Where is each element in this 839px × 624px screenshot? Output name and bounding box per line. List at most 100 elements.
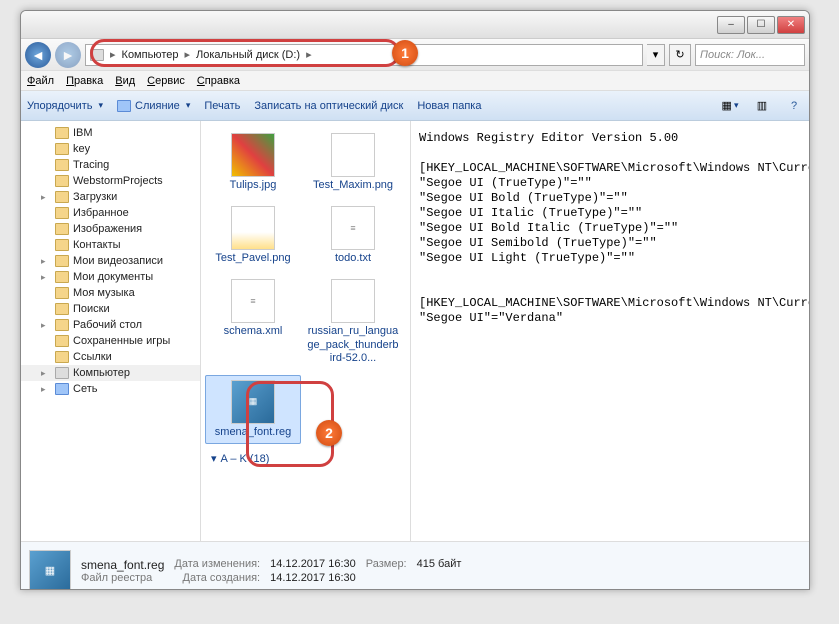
folder-icon — [55, 127, 69, 139]
expand-icon[interactable]: ▸ — [41, 384, 51, 395]
menu-view[interactable]: Вид — [115, 75, 135, 87]
search-placeholder: Поиск: Лок... — [700, 49, 765, 61]
tree-label: IBM — [73, 127, 93, 139]
tree-label: Tracing — [73, 159, 109, 171]
expand-icon[interactable]: ▸ — [41, 320, 51, 331]
toolbar: Упорядочить Слияние Печать Записать на о… — [21, 91, 809, 121]
tree-item[interactable]: IBM — [21, 125, 200, 141]
tree-item[interactable]: ▸Компьютер — [21, 365, 200, 381]
refresh-button[interactable]: ↻ — [669, 44, 691, 66]
burn-button[interactable]: Записать на оптический диск — [254, 100, 403, 112]
tree-item[interactable]: ▸ Мои видеозаписи — [21, 253, 200, 269]
file-item[interactable]: Tulips.jpg — [205, 129, 301, 196]
tree-label: Мои видеозаписи — [73, 255, 163, 267]
tree-item[interactable]: ▸ Загрузки — [21, 189, 200, 205]
tree-label: Ссылки — [73, 351, 112, 363]
address-dropdown[interactable]: ▾ — [647, 44, 665, 66]
tree-item[interactable]: Сохраненные игры — [21, 333, 200, 349]
reg-icon: ▦ — [231, 380, 275, 424]
file-item[interactable]: Test_Maxim.png — [305, 129, 401, 196]
file-item[interactable]: ≡schema.xml — [205, 275, 301, 369]
close-button[interactable]: ✕ — [777, 16, 805, 34]
tree-label: WebstormProjects — [73, 175, 163, 187]
minimize-button[interactable]: – — [717, 16, 745, 34]
help-button[interactable]: ? — [785, 97, 803, 115]
tree-label: Моя музыка — [73, 287, 135, 299]
tree-item[interactable]: Tracing — [21, 157, 200, 173]
folder-icon — [55, 335, 69, 347]
search-input[interactable]: Поиск: Лок... — [695, 44, 805, 66]
view-mode-button[interactable]: ▦ — [721, 97, 739, 115]
image-icon — [331, 133, 375, 177]
merge-button[interactable]: Слияние — [117, 100, 190, 112]
preview-pane-button[interactable]: ▥ — [753, 97, 771, 115]
file-item[interactable]: russian_ru_language_pack_thunderbird-52.… — [305, 275, 401, 369]
tree-label: Контакты — [73, 239, 121, 251]
folder-icon — [55, 383, 69, 395]
details-filename: smena_font.reg — [81, 558, 164, 572]
tree-label: Рабочий стол — [73, 319, 142, 331]
tree-item[interactable]: Контакты — [21, 237, 200, 253]
new-folder-button[interactable]: Новая папка — [417, 100, 481, 112]
forward-button[interactable]: ► — [55, 42, 81, 68]
tree-item[interactable]: Избранное — [21, 205, 200, 221]
reg-icon: ▦ — [29, 550, 71, 591]
menu-file[interactable]: Файл — [27, 75, 54, 87]
folder-icon — [55, 255, 69, 267]
details-filetype: Файл реестра — [81, 572, 164, 584]
tree-label: Сеть — [73, 383, 97, 395]
maximize-button[interactable]: ☐ — [747, 16, 775, 34]
tree-item[interactable]: Поиски — [21, 301, 200, 317]
folder-icon — [55, 287, 69, 299]
file-item[interactable]: ≡todo.txt — [305, 202, 401, 269]
tree-label: Поиски — [73, 303, 110, 315]
titlebar[interactable]: – ☐ ✕ — [21, 11, 809, 39]
image-icon — [231, 206, 275, 250]
folder-icon — [55, 159, 69, 171]
tree-item[interactable]: ▸ Сеть — [21, 381, 200, 397]
nav-tree[interactable]: IBM key Tracing WebstormProjects ▸ Загрузки Из… — [21, 121, 201, 541]
folder-icon — [55, 175, 69, 187]
folder-icon — [55, 367, 69, 379]
print-button[interactable]: Печать — [204, 100, 240, 112]
breadcrumb-drive-d[interactable]: Локальный диск (D:) — [196, 49, 300, 61]
expand-icon[interactable]: ▸ — [41, 368, 51, 379]
expand-icon[interactable]: ▸ — [41, 192, 51, 203]
tree-item[interactable]: Изображения — [21, 221, 200, 237]
folder-icon — [55, 271, 69, 283]
address-bar[interactable]: ▸ Компьютер ▸ Локальный диск (D:) ▸ — [85, 44, 643, 66]
expand-icon[interactable]: ▸ — [41, 272, 51, 283]
tree-item[interactable]: ▸Мои документы — [21, 269, 200, 285]
tree-label: Загрузки — [73, 191, 117, 203]
tree-item[interactable]: WebstormProjects — [21, 173, 200, 189]
tree-item[interactable]: ▸ Рабочий стол — [21, 317, 200, 333]
group-header[interactable]: ▾A – K (18) — [205, 450, 406, 467]
tree-item[interactable]: Ссылки — [21, 349, 200, 365]
tree-label: key — [73, 143, 90, 155]
file-item-selected[interactable]: ▦smena_font.reg — [205, 375, 301, 444]
xml-icon: ≡ — [231, 279, 275, 323]
expand-icon[interactable]: ▸ — [41, 256, 51, 267]
menu-edit[interactable]: Правка — [66, 75, 103, 87]
breadcrumb-sep: ▸ — [184, 48, 190, 61]
folder-icon — [55, 303, 69, 315]
tree-item[interactable]: key — [21, 141, 200, 157]
file-item[interactable]: Test_Pavel.png — [205, 202, 301, 269]
computer-icon — [90, 49, 104, 61]
breadcrumb-computer[interactable]: Компьютер — [122, 49, 179, 61]
tree-label: Избранное — [73, 207, 129, 219]
folder-icon — [55, 207, 69, 219]
body-area: IBM key Tracing WebstormProjects ▸ Загрузки Из… — [21, 121, 809, 541]
marker-2: 2 — [316, 420, 342, 446]
text-icon: ≡ — [331, 206, 375, 250]
folder-icon — [55, 191, 69, 203]
tree-label: Изображения — [73, 223, 142, 235]
file-list[interactable]: Tulips.jpg Test_Maxim.png Test_Pavel.png… — [201, 121, 411, 541]
tree-item[interactable]: Моя музыка — [21, 285, 200, 301]
organize-button[interactable]: Упорядочить — [27, 100, 103, 112]
menu-tools[interactable]: Сервис — [147, 75, 185, 87]
back-button[interactable]: ◄ — [25, 42, 51, 68]
menu-help[interactable]: Справка — [197, 75, 240, 87]
preview-pane[interactable]: Windows Registry Editor Version 5.00 [HK… — [411, 121, 809, 541]
explorer-window: – ☐ ✕ ◄ ► ▸ Компьютер ▸ Локальный диск (… — [20, 10, 810, 590]
